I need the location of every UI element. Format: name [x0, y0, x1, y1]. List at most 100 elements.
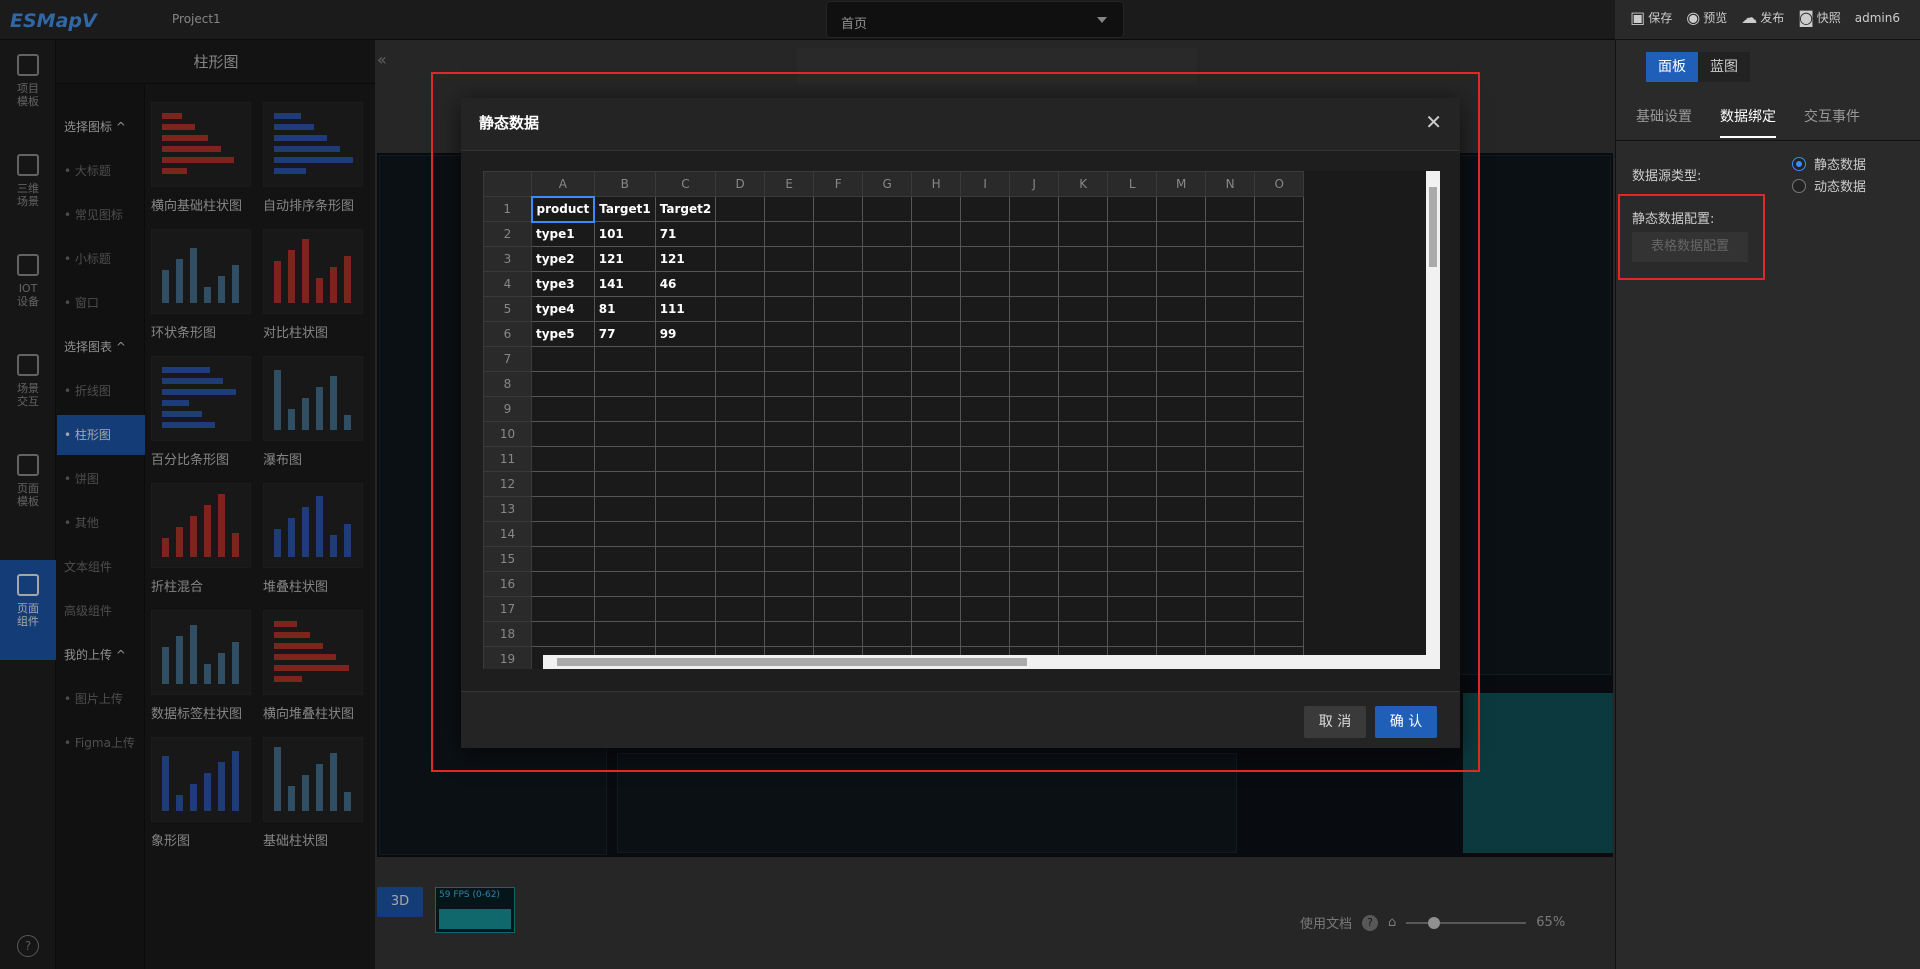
table-config-button[interactable]: 表格数据配置 — [1632, 232, 1748, 262]
table-cell[interactable] — [862, 296, 913, 322]
table-cell[interactable] — [1107, 271, 1158, 297]
table-cell[interactable]: 77 — [593, 321, 656, 347]
table-cell[interactable] — [1058, 496, 1109, 522]
table-cell[interactable] — [911, 346, 962, 372]
table-cell[interactable] — [813, 221, 864, 247]
table-cell[interactable] — [1254, 521, 1305, 547]
table-cell[interactable] — [1205, 571, 1256, 597]
table-cell[interactable] — [1107, 396, 1158, 422]
table-cell[interactable] — [911, 596, 962, 622]
table-cell[interactable] — [1205, 471, 1256, 497]
horizontal-scrollbar[interactable] — [543, 655, 1426, 669]
row-header[interactable]: 17 — [483, 596, 532, 622]
table-cell[interactable] — [764, 196, 815, 222]
table-cell[interactable] — [1058, 271, 1109, 297]
column-header[interactable]: K — [1058, 171, 1109, 197]
table-cell[interactable] — [1009, 396, 1060, 422]
table-cell[interactable] — [862, 346, 913, 372]
table-cell[interactable] — [960, 571, 1011, 597]
table-cell[interactable] — [654, 396, 717, 422]
table-cell[interactable] — [1156, 271, 1207, 297]
table-cell[interactable] — [715, 421, 766, 447]
table-cell[interactable] — [960, 471, 1011, 497]
table-cell[interactable]: 141 — [593, 271, 656, 297]
table-cell[interactable] — [911, 246, 962, 272]
table-cell[interactable] — [1009, 596, 1060, 622]
column-header[interactable]: E — [764, 171, 815, 197]
table-cell[interactable] — [813, 521, 864, 547]
table-cell[interactable] — [960, 196, 1011, 222]
column-header[interactable]: L — [1107, 171, 1158, 197]
table-cell[interactable] — [715, 271, 766, 297]
table-cell[interactable] — [960, 321, 1011, 347]
table-cell[interactable] — [1107, 446, 1158, 472]
table-cell[interactable] — [1156, 346, 1207, 372]
table-cell[interactable] — [813, 596, 864, 622]
table-cell[interactable] — [1009, 371, 1060, 397]
table-cell[interactable]: Target1 — [593, 196, 656, 222]
row-header[interactable]: 16 — [483, 571, 532, 597]
table-cell[interactable] — [715, 446, 766, 472]
table-cell[interactable] — [813, 296, 864, 322]
table-cell[interactable] — [715, 396, 766, 422]
table-cell[interactable] — [1156, 421, 1207, 447]
table-cell[interactable] — [764, 596, 815, 622]
column-header[interactable]: M — [1156, 171, 1207, 197]
table-cell[interactable] — [911, 321, 962, 347]
table-cell[interactable] — [764, 371, 815, 397]
table-cell[interactable] — [654, 346, 717, 372]
scroll-thumb[interactable] — [1429, 187, 1437, 267]
row-header[interactable]: 12 — [483, 471, 532, 497]
table-cell[interactable] — [911, 196, 962, 222]
table-cell[interactable]: product — [530, 195, 596, 223]
table-cell[interactable] — [862, 571, 913, 597]
table-cell[interactable] — [1156, 371, 1207, 397]
table-cell[interactable] — [531, 571, 595, 597]
table-cell[interactable] — [1254, 321, 1305, 347]
table-cell[interactable] — [1156, 621, 1207, 647]
table-cell[interactable] — [593, 621, 656, 647]
table-cell[interactable] — [862, 371, 913, 397]
table-cell[interactable] — [960, 596, 1011, 622]
table-cell[interactable] — [715, 196, 766, 222]
corner-cell[interactable] — [483, 171, 532, 197]
table-cell[interactable] — [1107, 521, 1158, 547]
table-cell[interactable] — [911, 396, 962, 422]
table-cell[interactable] — [1058, 296, 1109, 322]
table-cell[interactable] — [1058, 446, 1109, 472]
table-cell[interactable] — [960, 296, 1011, 322]
table-cell[interactable] — [1107, 321, 1158, 347]
radio-dynamic-data[interactable]: 动态数据 — [1792, 176, 1866, 195]
table-cell[interactable] — [764, 346, 815, 372]
table-cell[interactable]: type5 — [531, 321, 595, 347]
table-cell[interactable] — [654, 371, 717, 397]
row-header[interactable]: 11 — [483, 446, 532, 472]
table-cell[interactable] — [1009, 521, 1060, 547]
preview-button[interactable]: ◉ 预览 — [1686, 8, 1727, 27]
spreadsheet[interactable]: A B C D E F G H I J K L M N O 1 product Target1 Target2 2 ty… — [483, 171, 1440, 669]
table-cell[interactable] — [1107, 471, 1158, 497]
table-cell[interactable] — [862, 521, 913, 547]
user-name[interactable]: admin6 — [1855, 11, 1900, 25]
table-cell[interactable] — [911, 621, 962, 647]
table-cell[interactable] — [862, 221, 913, 247]
snapshot-button[interactable]: ◙ 快照 — [1798, 8, 1841, 27]
table-cell[interactable] — [1058, 221, 1109, 247]
table-cell[interactable] — [1107, 596, 1158, 622]
table-cell[interactable] — [654, 421, 717, 447]
table-cell[interactable] — [764, 246, 815, 272]
column-header[interactable]: F — [813, 171, 864, 197]
table-cell[interactable] — [960, 221, 1011, 247]
table-cell[interactable] — [1205, 221, 1256, 247]
table-cell[interactable]: 101 — [593, 221, 656, 247]
table-cell[interactable] — [593, 446, 656, 472]
table-cell[interactable] — [1058, 346, 1109, 372]
table-cell[interactable] — [1205, 196, 1256, 222]
row-header[interactable]: 19 — [483, 646, 532, 669]
table-cell[interactable] — [862, 546, 913, 572]
table-cell[interactable] — [1254, 221, 1305, 247]
table-cell[interactable] — [813, 496, 864, 522]
close-icon[interactable]: ✕ — [1425, 110, 1442, 134]
table-cell[interactable] — [593, 396, 656, 422]
table-cell[interactable] — [1107, 196, 1158, 222]
